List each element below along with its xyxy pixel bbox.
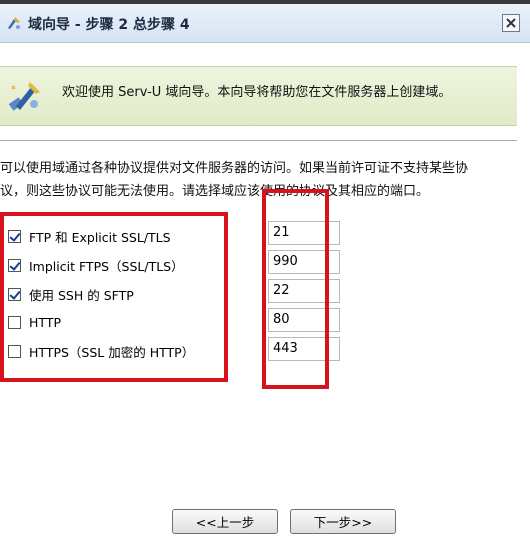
- close-button[interactable]: [502, 14, 520, 32]
- wizard-icon: [8, 80, 42, 112]
- red-highlight-ports: [262, 189, 329, 389]
- description-line-1: 可以使用域通过各种协议提供对文件服务器的访问。如果当前许可证不支持某些协: [0, 161, 469, 176]
- description-line-2: 议，则这些协议可能无法使用。请选择域应该使用的协议及其相应的端口。: [0, 184, 430, 199]
- back-button[interactable]: <<上一步: [172, 509, 278, 534]
- description: 可以使用域通过各种协议提供对文件服务器的访问。如果当前许可证不支持某些协 议，则…: [0, 157, 518, 203]
- welcome-banner: 欢迎使用 Serv-U 域向导。本向导将帮助您在文件服务器上创建域。: [0, 66, 517, 126]
- separator: [0, 140, 517, 141]
- window-title: 域向导 - 步骤 2 总步骤 4: [28, 17, 190, 33]
- wizard-small-icon: [6, 15, 22, 31]
- close-icon: [506, 18, 516, 28]
- next-button[interactable]: 下一步>>: [290, 509, 396, 534]
- red-highlight-protocols: [0, 212, 228, 382]
- title-bar: 域向导 - 步骤 2 总步骤 4: [0, 4, 530, 43]
- banner-text: 欢迎使用 Serv-U 域向导。本向导将帮助您在文件服务器上创建域。: [62, 85, 452, 100]
